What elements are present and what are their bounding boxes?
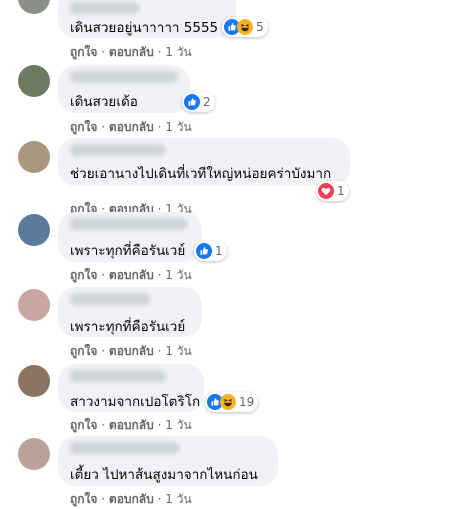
like-button[interactable]: ถูกใจ: [70, 416, 97, 435]
comment-actions: ถูกใจ · ตอบกลับ · 1 วัน: [70, 342, 192, 361]
timestamp[interactable]: 1 วัน: [165, 342, 191, 361]
timestamp[interactable]: 1 วัน: [165, 416, 191, 435]
separator: ·: [157, 418, 162, 432]
comment-bubble: ช่วยเอานางไปเดินที่เวทีใหญ่หน่อยคร่าบังม…: [58, 138, 350, 186]
avatar[interactable]: [18, 289, 50, 321]
like-button[interactable]: ถูกใจ: [70, 490, 97, 509]
author-name-blurred[interactable]: [70, 370, 166, 382]
avatar[interactable]: [18, 65, 50, 97]
author-name-blurred[interactable]: [70, 2, 140, 14]
reaction-count: 5: [256, 20, 264, 34]
haha-icon: [237, 19, 253, 35]
comment-text: เดินสวยเด้อ: [70, 94, 138, 110]
separator: ·: [101, 268, 106, 282]
like-icon: [196, 243, 212, 259]
like-icon: [184, 94, 200, 110]
comment-text: เพราะทุกที่คือรันเวย์: [70, 319, 186, 335]
comment-bubble: เดินสวยอยู่นาาาาา 5555: [58, 0, 236, 38]
comment-bubble: สาวงามจากเปอโตริโก: [58, 364, 204, 412]
comment-actions: ถูกใจ · ตอบกลับ · 1 วัน: [70, 118, 192, 137]
avatar[interactable]: [18, 365, 50, 397]
reaction-summary[interactable]: 2: [182, 92, 215, 112]
separator: ·: [157, 268, 162, 282]
separator: ·: [157, 120, 162, 134]
reaction-summary[interactable]: 5: [222, 17, 268, 37]
author-name-blurred[interactable]: [70, 218, 188, 230]
comment-actions: ถูกใจ · ตอบกลับ · 1 วัน: [70, 266, 192, 285]
haha-icon: [220, 394, 236, 410]
separator: ·: [101, 120, 106, 134]
author-name-blurred[interactable]: [70, 71, 178, 83]
timestamp[interactable]: 1 วัน: [165, 118, 191, 137]
avatar[interactable]: [18, 438, 50, 470]
comment-text: เดินสวยอยู่นาาาาา 5555: [70, 20, 219, 36]
separator: ·: [101, 492, 106, 506]
love-icon: [318, 183, 334, 199]
like-button[interactable]: ถูกใจ: [70, 266, 97, 285]
reaction-count: 2: [203, 95, 211, 109]
separator: ·: [101, 418, 106, 432]
comment-text: ช่วยเอานางไปเดินที่เวทีใหญ่หน่อยคร่าบังม…: [70, 166, 332, 182]
like-button[interactable]: ถูกใจ: [70, 43, 97, 62]
comment-actions: ถูกใจ · ตอบกลับ · 1 วัน: [70, 490, 192, 509]
reply-button[interactable]: ตอบกลับ: [109, 43, 154, 62]
reaction-summary[interactable]: 1: [194, 241, 227, 261]
comment-actions: ถูกใจ · ตอบกลับ · 1 วัน: [70, 416, 192, 435]
comment-text: เพราะทุกที่คือรันเวย์: [70, 243, 186, 259]
separator: ·: [157, 344, 162, 358]
reply-button[interactable]: ตอบกลับ: [109, 118, 154, 137]
author-name-blurred[interactable]: [70, 144, 166, 156]
comment-text: สาวงามจากเปอโตริโก: [70, 394, 201, 410]
reply-button[interactable]: ตอบกลับ: [109, 342, 154, 361]
like-button[interactable]: ถูกใจ: [70, 342, 97, 361]
reaction-count: 1: [215, 244, 223, 258]
avatar[interactable]: [18, 214, 50, 246]
separator: ·: [101, 45, 106, 59]
timestamp[interactable]: 1 วัน: [165, 43, 191, 62]
separator: ·: [157, 492, 162, 506]
reply-button[interactable]: ตอบกลับ: [109, 490, 154, 509]
comment-text: เตี้ยว ไปหาส้นสูงมาจากไหนก่อน: [70, 467, 258, 483]
author-name-blurred[interactable]: [70, 442, 180, 454]
reply-button[interactable]: ตอบกลับ: [109, 416, 154, 435]
timestamp[interactable]: 1 วัน: [165, 266, 191, 285]
avatar[interactable]: [18, 0, 50, 14]
reaction-summary[interactable]: 1: [316, 181, 349, 201]
comment-bubble: เดินสวยเด้อ: [58, 65, 190, 113]
reaction-summary[interactable]: 19: [205, 392, 259, 412]
comment-bubble: เพราะทุกที่คือรันเวย์: [58, 287, 202, 337]
separator: ·: [101, 344, 106, 358]
reaction-count: 19: [239, 395, 255, 409]
reaction-count: 1: [337, 184, 345, 198]
comment-bubble: เพราะทุกที่คือรันเวย์: [58, 212, 202, 262]
separator: ·: [157, 45, 162, 59]
like-button[interactable]: ถูกใจ: [70, 118, 97, 137]
comment-bubble: เตี้ยว ไปหาส้นสูงมาจากไหนก่อน: [58, 436, 278, 486]
reply-button[interactable]: ตอบกลับ: [109, 266, 154, 285]
timestamp[interactable]: 1 วัน: [165, 490, 191, 509]
author-name-blurred[interactable]: [70, 293, 150, 305]
avatar[interactable]: [18, 141, 50, 173]
comment-actions: ถูกใจ · ตอบกลับ · 1 วัน: [70, 43, 192, 62]
